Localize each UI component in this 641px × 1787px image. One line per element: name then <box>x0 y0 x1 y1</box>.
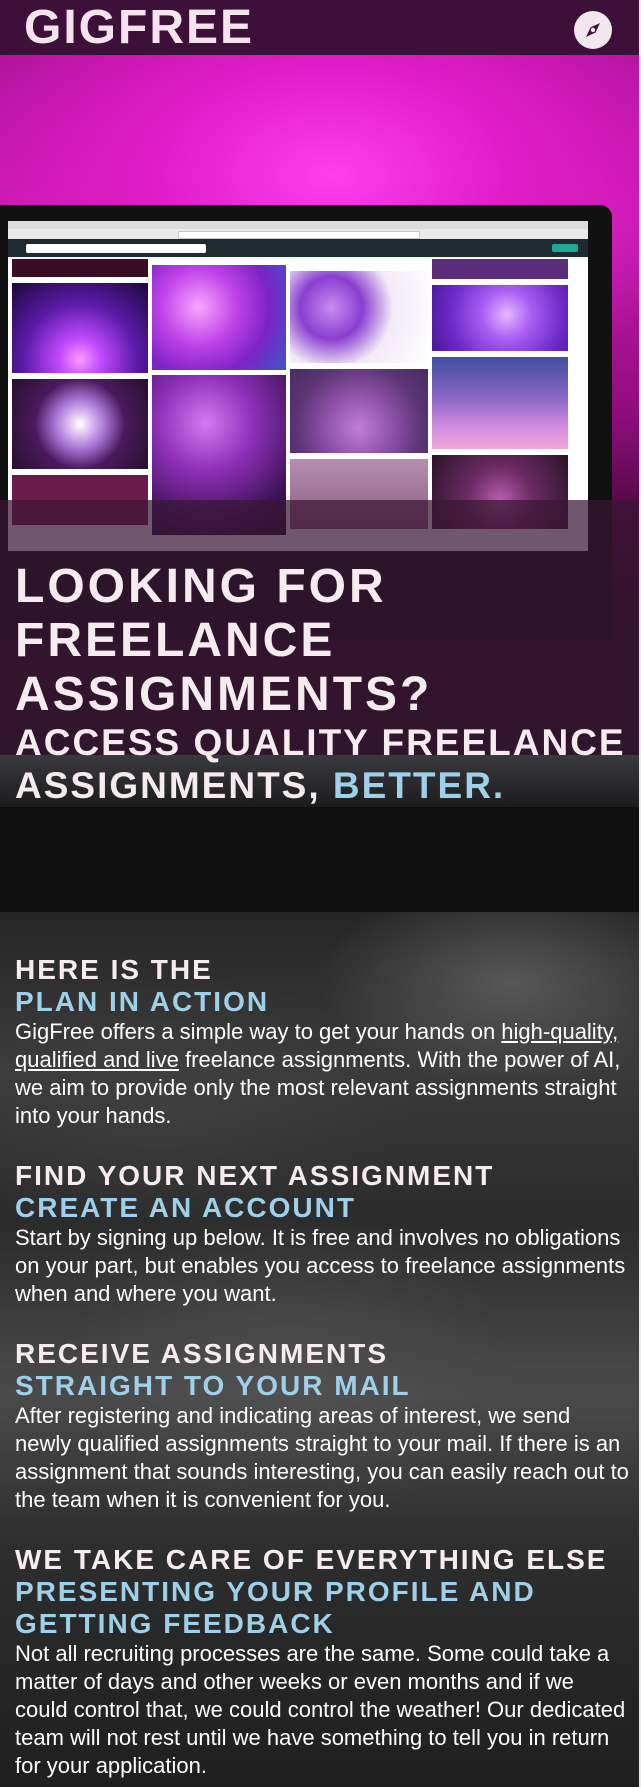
screen-menu-bar <box>8 221 588 229</box>
compass-icon[interactable] <box>574 11 612 49</box>
section-body-text: GigFree offers a simple way to get your … <box>15 1019 502 1044</box>
section-subheading: PRESENTING YOUR PROFILE AND GETTING FEED… <box>15 1576 536 1639</box>
section-subheading: CREATE AN ACCOUNT <box>15 1192 356 1223</box>
receive-assignments-section: RECEIVE ASSIGNMENTS STRAIGHT TO YOUR MAI… <box>15 1338 630 1514</box>
gallery-photo <box>432 357 568 449</box>
section-body: Not all recruiting processes are the sam… <box>15 1641 626 1778</box>
section-heading: RECEIVE ASSIGNMENTS <box>15 1338 389 1369</box>
hero-subtitle-text: ACCESS QUALITY FREELANCE ASSIGNMENTS, <box>15 722 626 806</box>
gallery-photo <box>12 259 148 277</box>
section-heading: WE TAKE CARE OF EVERYTHING ELSE <box>15 1544 608 1575</box>
screen-url-bar <box>178 231 420 239</box>
gallery-photo <box>432 259 568 279</box>
section-body: Start by signing up below. It is free an… <box>15 1225 626 1306</box>
page: GIGFREE LOOKING FOR FREELANCE ASSIGNMENT… <box>0 0 641 1787</box>
gallery-photo <box>290 271 428 363</box>
hero-subtitle-accent: BETTER. <box>332 765 506 806</box>
section-subheading: PLAN IN ACTION <box>15 986 270 1017</box>
dark-divider-band <box>0 807 639 912</box>
section-heading: FIND YOUR NEXT ASSIGNMENT <box>15 1160 495 1191</box>
section-subheading: STRAIGHT TO YOUR MAIL <box>15 1370 411 1401</box>
hero-section: LOOKING FOR FREELANCE ASSIGNMENTS? ACCES… <box>0 55 639 807</box>
gallery-photo <box>12 379 148 469</box>
section-body: GigFree offers a simple way to get your … <box>15 1018 630 1130</box>
screen-signup-pill <box>552 244 578 252</box>
section-body: After registering and indicating areas o… <box>15 1403 629 1512</box>
brand-logo[interactable]: GIGFREE <box>24 1 254 55</box>
plan-in-action-section: HERE IS THE PLAN IN ACTION GigFree offer… <box>15 954 630 1130</box>
gallery-photo <box>152 265 286 370</box>
hero-title: LOOKING FOR FREELANCE ASSIGNMENTS? <box>15 560 433 721</box>
top-navigation-bar: GIGFREE <box>0 0 639 55</box>
screen-search-field <box>26 244 206 253</box>
create-account-section: FIND YOUR NEXT ASSIGNMENT CREATE AN ACCO… <box>15 1160 630 1308</box>
hero-subtitle: ACCESS QUALITY FREELANCE ASSIGNMENTS, BE… <box>15 721 635 807</box>
features-section: HERE IS THE PLAN IN ACTION GigFree offer… <box>0 912 639 1787</box>
gallery-photo <box>12 283 148 373</box>
gallery-photo <box>432 285 568 351</box>
gallery-photo <box>290 369 428 453</box>
everything-else-section: WE TAKE CARE OF EVERYTHING ELSE PRESENTI… <box>15 1544 630 1780</box>
section-heading: HERE IS THE <box>15 954 213 985</box>
